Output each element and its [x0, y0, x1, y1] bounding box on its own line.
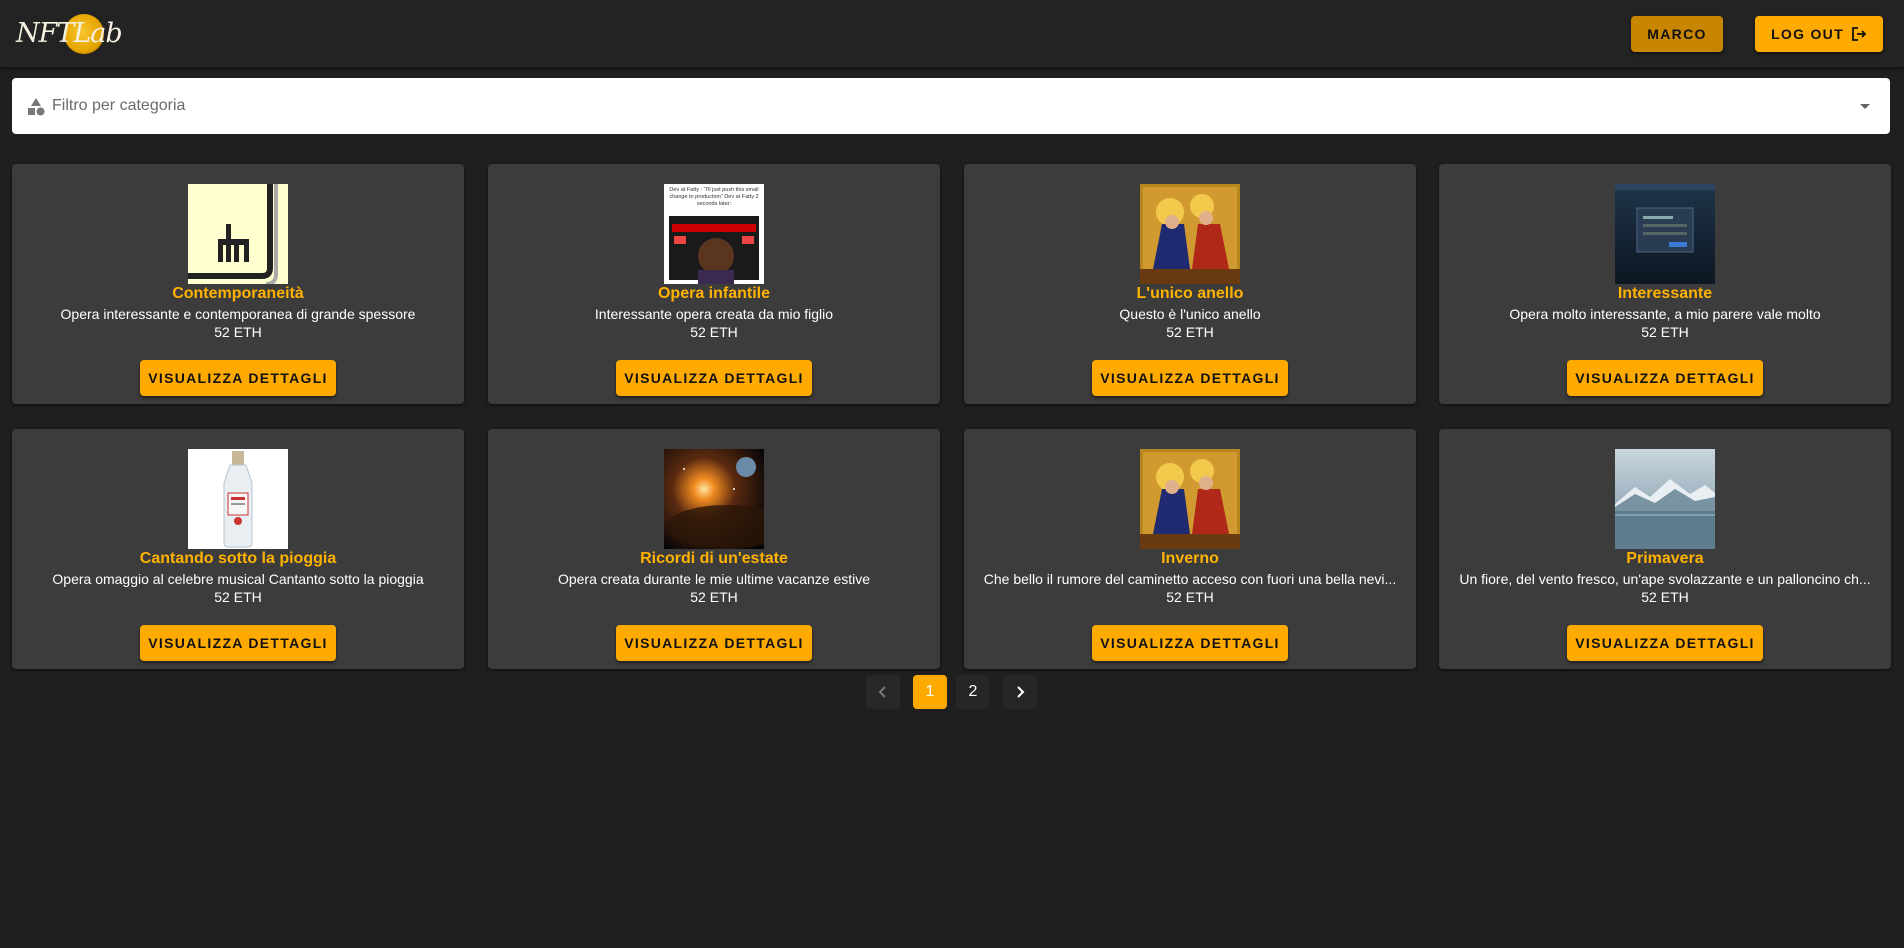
- card-description: Un fiore, del vento fresco, un'ape svola…: [1459, 571, 1871, 587]
- view-details-button[interactable]: VISUALIZZA DETTAGLI: [1567, 625, 1763, 661]
- chevron-down-icon[interactable]: [1860, 104, 1870, 109]
- next-page-button[interactable]: [1003, 675, 1037, 709]
- logout-label: LOG OUT: [1771, 26, 1844, 42]
- artwork-card: Primavera Un fiore, del vento fresco, un…: [1439, 429, 1891, 669]
- previous-page-button[interactable]: [866, 675, 900, 709]
- filter-placeholder: Filtro per categoria: [52, 97, 186, 114]
- artwork-image: [1615, 184, 1715, 284]
- card-description: Questo è l'unico anello: [1119, 306, 1261, 322]
- logout-button[interactable]: LOG OUT: [1755, 16, 1883, 52]
- chevron-left-icon: [878, 686, 886, 698]
- card-description: Opera creata durante le mie ultime vacan…: [557, 571, 871, 587]
- artwork-image: [664, 449, 764, 549]
- card-price: 52 ETH: [690, 324, 738, 340]
- card-description: Opera interessante e contemporanea di gr…: [60, 306, 416, 322]
- view-details-button[interactable]: VISUALIZZA DETTAGLI: [616, 360, 812, 396]
- card-title: Primavera: [1626, 550, 1704, 567]
- artwork-image: [1615, 449, 1715, 549]
- artwork-card: Contemporaneità Opera interessante e con…: [12, 164, 464, 404]
- artwork-card: Interessante Opera molto interessante, a…: [1439, 164, 1891, 404]
- card-price: 52 ETH: [690, 589, 738, 605]
- card-title: Opera infantile: [657, 285, 771, 302]
- page-button-2[interactable]: 2: [956, 675, 990, 709]
- view-details-button[interactable]: VISUALIZZA DETTAGLI: [1092, 625, 1288, 661]
- nftlab-logo[interactable]: NFTLab: [14, 12, 123, 56]
- card-title: Cantando sotto la pioggia: [139, 550, 337, 567]
- card-price: 52 ETH: [1641, 324, 1689, 340]
- logo-text: NFTLab: [16, 18, 123, 49]
- view-details-button[interactable]: VISUALIZZA DETTAGLI: [616, 625, 812, 661]
- card-price: 52 ETH: [214, 589, 262, 605]
- artwork-image: [1140, 449, 1240, 549]
- artwork-card: Dev at Fatty : "I'll just push this smal…: [488, 164, 940, 404]
- app-header: NFTLab MARCO LOG OUT: [0, 0, 1904, 67]
- card-title: Ricordi di un'estate: [640, 550, 788, 567]
- category-icon: [28, 98, 45, 116]
- artwork-image: [188, 449, 288, 549]
- card-title: L'unico anello: [1136, 285, 1244, 302]
- card-description: Opera omaggio al celebre musical Cantant…: [52, 571, 424, 587]
- card-price: 52 ETH: [1166, 324, 1214, 340]
- chevron-right-icon: [1017, 686, 1025, 698]
- card-description: Interessante opera creata da mio figlio: [594, 306, 834, 322]
- view-details-button[interactable]: VISUALIZZA DETTAGLI: [1567, 360, 1763, 396]
- card-title: Interessante: [1617, 285, 1713, 302]
- view-details-button[interactable]: VISUALIZZA DETTAGLI: [1092, 360, 1288, 396]
- category-filter-select[interactable]: Filtro per categoria: [12, 78, 1890, 134]
- view-details-button[interactable]: VISUALIZZA DETTAGLI: [140, 360, 336, 396]
- card-price: 52 ETH: [214, 324, 262, 340]
- page-button-1[interactable]: 1: [913, 675, 947, 709]
- artwork-image: [188, 184, 288, 284]
- logout-icon: [1852, 27, 1867, 41]
- view-details-button[interactable]: VISUALIZZA DETTAGLI: [140, 625, 336, 661]
- artwork-card: Inverno Che bello il rumore del caminett…: [964, 429, 1416, 669]
- card-title: Inverno: [1161, 550, 1219, 567]
- card-price: 52 ETH: [1166, 589, 1214, 605]
- card-description: Opera molto interessante, a mio parere v…: [1509, 306, 1821, 322]
- artwork-card: Cantando sotto la pioggia Opera omaggio …: [12, 429, 464, 669]
- artwork-card: L'unico anello Questo è l'unico anello 5…: [964, 164, 1416, 404]
- user-profile-button[interactable]: MARCO: [1631, 16, 1723, 52]
- card-title: Contemporaneità: [172, 285, 304, 302]
- artwork-image: [1140, 184, 1240, 284]
- artwork-image: Dev at Fatty : "I'll just push this smal…: [664, 184, 764, 284]
- card-description: Che bello il rumore del caminetto acceso…: [983, 571, 1397, 587]
- card-price: 52 ETH: [1641, 589, 1689, 605]
- artwork-card: Ricordi di un'estate Opera creata durant…: [488, 429, 940, 669]
